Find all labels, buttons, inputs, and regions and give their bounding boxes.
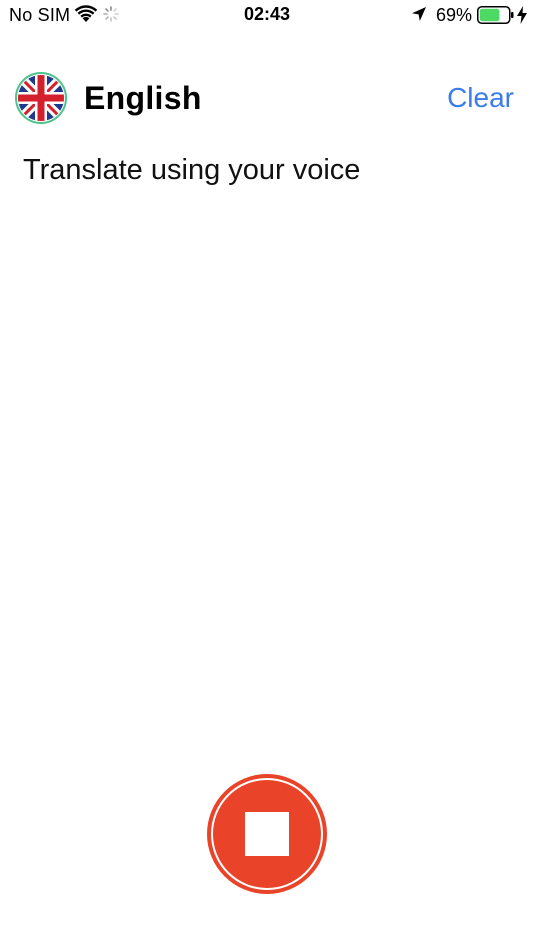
stop-icon — [245, 812, 289, 856]
language-header: English Clear — [0, 66, 534, 130]
transcript-area — [0, 210, 534, 750]
uk-flag-icon[interactable] — [15, 72, 67, 124]
location-arrow-icon — [411, 6, 427, 27]
clear-button[interactable]: Clear — [447, 82, 514, 114]
language-selector[interactable]: English — [84, 80, 202, 117]
stop-recording-button[interactable] — [207, 774, 327, 894]
battery-icon — [477, 6, 515, 29]
status-bar: No SIM 02:43 69% — [0, 0, 534, 32]
voice-prompt: Translate using your voice — [23, 154, 361, 186]
battery-percent: 69% — [436, 5, 473, 25]
charging-bolt-icon — [517, 6, 527, 29]
